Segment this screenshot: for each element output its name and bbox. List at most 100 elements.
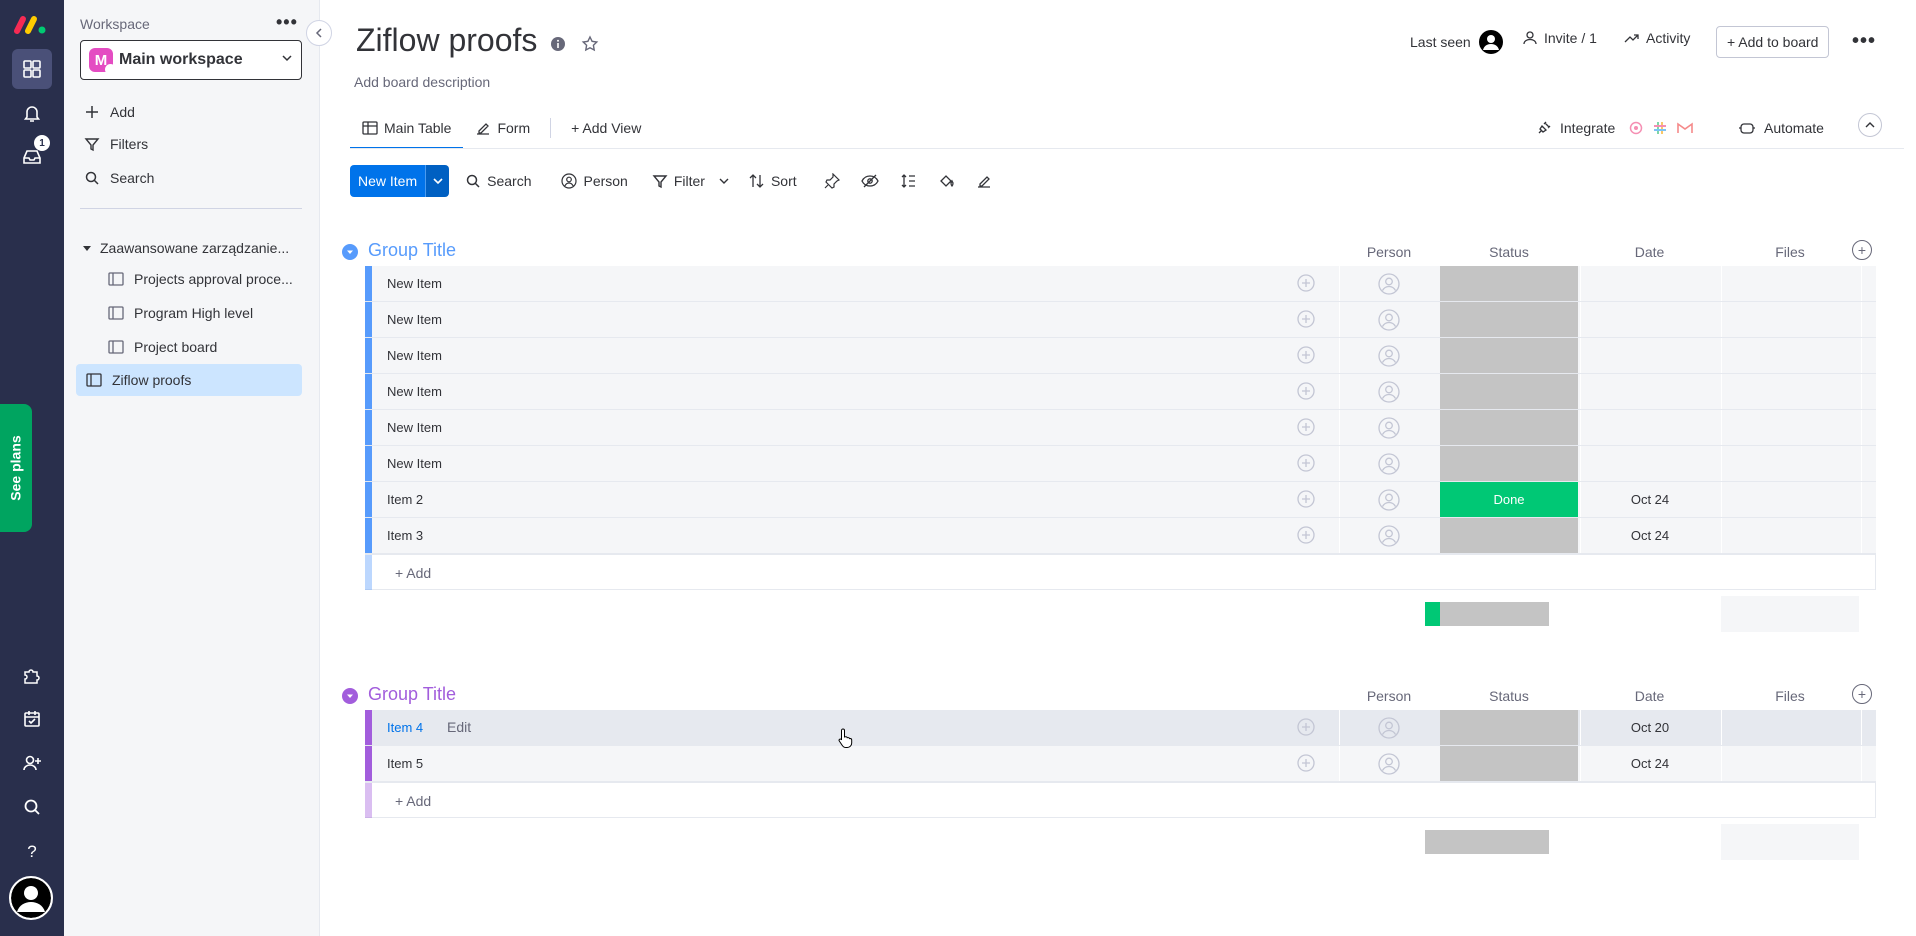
date-cell[interactable]: Oct 20 xyxy=(1580,710,1719,745)
add-update-icon[interactable] xyxy=(1295,344,1317,366)
date-cell[interactable] xyxy=(1580,338,1719,373)
item-name[interactable]: New Item xyxy=(387,312,442,327)
pin-icon[interactable] xyxy=(813,165,851,197)
tab-add-view[interactable]: + Add View xyxy=(559,108,653,148)
files-cell[interactable] xyxy=(1721,266,1859,301)
item-name[interactable]: Item 5 xyxy=(387,756,423,771)
column-header-status[interactable]: Status xyxy=(1440,244,1578,260)
date-cell[interactable]: Oct 24 xyxy=(1580,746,1719,781)
status-cell[interactable] xyxy=(1440,410,1578,445)
item-name[interactable]: New Item xyxy=(387,420,442,435)
sidebar-folder[interactable]: Zaawansowane zarządzanie... xyxy=(82,236,289,260)
add-column-plus-icon[interactable]: + xyxy=(1852,684,1872,704)
status-cell[interactable] xyxy=(1440,374,1578,409)
add-update-icon[interactable] xyxy=(1295,452,1317,474)
files-cell[interactable] xyxy=(1721,374,1859,409)
sort-button[interactable]: Sort xyxy=(739,165,807,197)
search-icon[interactable] xyxy=(12,787,52,827)
status-summary-bar[interactable] xyxy=(1425,830,1549,854)
workspace-selector[interactable]: M Main workspace xyxy=(80,40,302,80)
item-name[interactable]: Item 2 xyxy=(387,492,423,507)
files-cell[interactable] xyxy=(1721,710,1859,745)
sidebar-search[interactable]: Search xyxy=(84,166,154,190)
add-to-board-button[interactable]: + Add to board xyxy=(1716,26,1830,58)
column-header-date[interactable]: Date xyxy=(1580,688,1719,704)
group-collapse-icon[interactable] xyxy=(342,244,358,260)
person-cell[interactable] xyxy=(1339,710,1437,745)
table-row[interactable]: New Item xyxy=(365,374,1876,410)
collapse-header-button[interactable] xyxy=(1858,113,1882,137)
table-row[interactable]: New Item xyxy=(365,302,1876,338)
see-plans-button[interactable]: See plans xyxy=(0,404,32,532)
board-title[interactable]: Ziflow proofs xyxy=(356,22,537,59)
table-row[interactable]: Item 3 Oct 24 xyxy=(365,518,1876,554)
add-update-icon[interactable] xyxy=(1295,416,1317,438)
status-summary-bar[interactable] xyxy=(1425,602,1549,626)
sidebar-board-ziflow-proofs[interactable]: Ziflow proofs xyxy=(76,364,302,396)
column-header-status[interactable]: Status xyxy=(1440,688,1578,704)
item-name[interactable]: Item 4 xyxy=(387,720,423,735)
person-cell[interactable] xyxy=(1339,338,1437,373)
item-name[interactable]: Item 3 xyxy=(387,528,423,543)
board-description[interactable]: Add board description xyxy=(354,74,490,90)
tab-form[interactable]: Form xyxy=(463,108,542,148)
status-cell[interactable] xyxy=(1440,302,1578,337)
table-row[interactable]: New Item xyxy=(365,446,1876,482)
group-title[interactable]: Group Title xyxy=(368,684,456,705)
person-cell[interactable] xyxy=(1339,482,1437,517)
table-row[interactable]: New Item xyxy=(365,338,1876,374)
invite-button[interactable]: Invite / 1 xyxy=(1522,30,1597,46)
add-update-icon[interactable] xyxy=(1295,752,1317,774)
star-icon[interactable] xyxy=(580,34,600,54)
add-item-row[interactable]: + Add xyxy=(365,782,1876,818)
date-cell[interactable] xyxy=(1580,266,1719,301)
item-name[interactable]: New Item xyxy=(387,456,442,471)
date-cell[interactable]: Oct 24 xyxy=(1580,482,1719,517)
apps-puzzle-icon[interactable] xyxy=(12,655,52,695)
add-update-icon[interactable] xyxy=(1295,488,1317,510)
row-height-icon[interactable] xyxy=(889,165,927,197)
pencil-icon[interactable] xyxy=(965,165,1003,197)
automate-button[interactable]: Automate xyxy=(1738,110,1824,146)
person-cell[interactable] xyxy=(1339,446,1437,481)
column-header-files[interactable]: Files xyxy=(1721,688,1859,704)
sidebar-board-project-board[interactable]: Project board xyxy=(108,335,217,359)
date-cell[interactable] xyxy=(1580,410,1719,445)
date-cell[interactable] xyxy=(1580,446,1719,481)
sidebar-board-projects-approval[interactable]: Projects approval proce... xyxy=(108,267,293,291)
add-update-icon[interactable] xyxy=(1295,308,1317,330)
status-cell[interactable] xyxy=(1440,266,1578,301)
notifications-bell-icon[interactable] xyxy=(12,93,52,133)
files-cell[interactable] xyxy=(1721,482,1859,517)
files-cell[interactable] xyxy=(1721,746,1859,781)
integrate-button[interactable]: Integrate xyxy=(1536,110,1694,146)
status-cell[interactable] xyxy=(1440,338,1578,373)
tab-main-table[interactable]: Main Table xyxy=(350,108,464,149)
invite-members-icon[interactable] xyxy=(12,743,52,783)
table-row[interactable]: Item 5 Oct 24 xyxy=(365,746,1876,782)
files-cell[interactable] xyxy=(1721,518,1859,553)
workspaces-grid-icon[interactable] xyxy=(12,49,52,89)
user-avatar[interactable] xyxy=(9,876,53,920)
person-cell[interactable] xyxy=(1339,410,1437,445)
add-item-row[interactable]: + Add xyxy=(365,554,1876,590)
status-cell[interactable] xyxy=(1440,518,1578,553)
status-cell[interactable] xyxy=(1440,746,1578,781)
files-cell[interactable] xyxy=(1721,446,1859,481)
table-row[interactable]: New Item xyxy=(365,410,1876,446)
last-seen[interactable]: Last seen xyxy=(1410,30,1503,54)
new-item-dropdown-button[interactable] xyxy=(425,165,450,197)
status-cell[interactable]: Done xyxy=(1440,482,1578,517)
date-cell[interactable] xyxy=(1580,302,1719,337)
help-icon[interactable]: ? xyxy=(12,831,52,871)
column-header-date[interactable]: Date xyxy=(1580,244,1719,260)
date-cell[interactable] xyxy=(1580,374,1719,409)
workspace-more-icon[interactable]: ••• xyxy=(276,12,298,33)
group-collapse-icon[interactable] xyxy=(342,688,358,704)
filter-button[interactable]: Filter xyxy=(642,165,739,197)
search-button[interactable]: Search xyxy=(455,165,541,197)
files-cell[interactable] xyxy=(1721,410,1859,445)
column-header-files[interactable]: Files xyxy=(1721,244,1859,260)
files-cell[interactable] xyxy=(1721,338,1859,373)
column-header-person[interactable]: Person xyxy=(1340,688,1438,704)
